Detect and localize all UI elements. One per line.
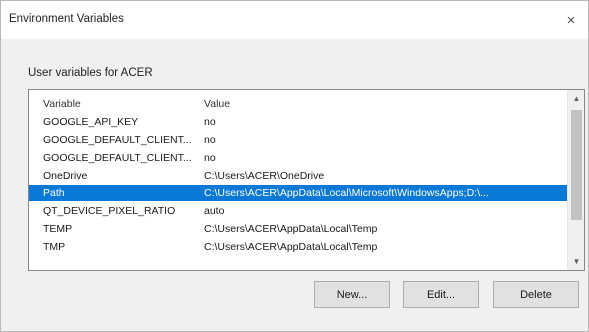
column-header-value[interactable]: Value — [204, 96, 564, 112]
variable-value: C:\Users\ACER\AppData\Local\Temp — [204, 241, 378, 253]
delete-button[interactable]: Delete — [493, 281, 579, 308]
variable-value: C:\Users\ACER\AppData\Local\Temp — [204, 223, 378, 235]
scroll-up-icon[interactable]: ▲ — [568, 90, 585, 107]
user-variables-list-body: Variable Value GOOGLE_API_KEY no GOOGLE_… — [29, 90, 567, 270]
list-header-row: Variable Value — [29, 96, 567, 112]
variable-value: no — [204, 116, 216, 128]
table-row[interactable]: QT_DEVICE_PIXEL_RATIO auto — [29, 203, 567, 219]
variable-name: GOOGLE_DEFAULT_CLIENT... — [43, 152, 192, 164]
variable-value: auto — [204, 205, 225, 217]
environment-variables-dialog: Environment Variables × User variables f… — [0, 0, 589, 332]
window-title: Environment Variables — [9, 13, 124, 25]
table-row-partial[interactable]: TMP C:\Users\ACER\AppData\Local\Temp — [29, 239, 567, 253]
scroll-thumb[interactable] — [571, 110, 582, 220]
variable-name: GOOGLE_DEFAULT_CLIENT... — [43, 134, 192, 146]
table-row[interactable]: OneDrive C:\Users\ACER\OneDrive — [29, 168, 567, 184]
variable-value: C:\Users\ACER\AppData\Local\Microsoft\Wi… — [204, 187, 489, 199]
variable-value: no — [204, 134, 216, 146]
table-row-selected[interactable]: Path C:\Users\ACER\AppData\Local\Microso… — [29, 185, 567, 201]
close-icon[interactable]: × — [554, 1, 588, 39]
variable-value: no — [204, 152, 216, 164]
variable-name: GOOGLE_API_KEY — [43, 116, 139, 128]
scroll-down-icon[interactable]: ▼ — [568, 253, 585, 270]
new-button[interactable]: New... — [314, 281, 390, 308]
variable-name: QT_DEVICE_PIXEL_RATIO — [43, 205, 176, 217]
variable-name: TEMP — [43, 223, 73, 235]
variable-name: TMP — [43, 241, 66, 253]
user-variables-list[interactable]: Variable Value GOOGLE_API_KEY no GOOGLE_… — [28, 89, 585, 271]
table-row[interactable]: GOOGLE_DEFAULT_CLIENT... no — [29, 132, 567, 148]
edit-button[interactable]: Edit... — [403, 281, 479, 308]
user-variables-group-label: User variables for ACER — [28, 67, 153, 79]
table-row[interactable]: GOOGLE_DEFAULT_CLIENT... no — [29, 150, 567, 166]
table-row[interactable]: TEMP C:\Users\ACER\AppData\Local\Temp — [29, 221, 567, 237]
variable-name: OneDrive — [43, 170, 88, 182]
table-row[interactable]: GOOGLE_API_KEY no — [29, 114, 567, 130]
column-header-variable[interactable]: Variable — [43, 96, 199, 112]
title-bar: Environment Variables × — [1, 1, 588, 39]
variable-name: Path — [43, 187, 65, 199]
variable-value: C:\Users\ACER\OneDrive — [204, 170, 325, 182]
vertical-scrollbar[interactable]: ▲ ▼ — [567, 90, 584, 270]
